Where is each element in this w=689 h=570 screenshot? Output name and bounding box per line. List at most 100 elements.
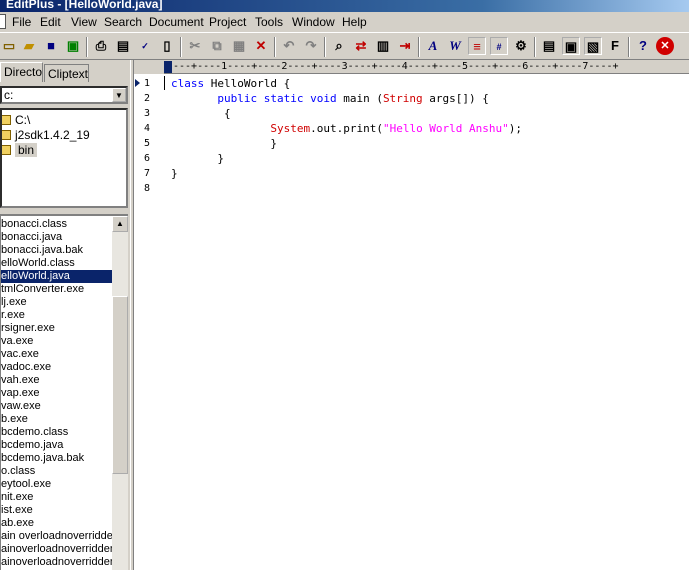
column-ruler: ---+----1----+----2----+----3----+----4-… xyxy=(164,60,689,74)
open-icon[interactable]: ▰ xyxy=(20,37,38,55)
file-list-item[interactable]: ainoverloadnoverridden xyxy=(1,556,112,569)
code-editor[interactable]: class HelloWorld { public static void ma… xyxy=(164,74,689,570)
dir-item-bin[interactable]: bin xyxy=(2,143,38,158)
file-list-item[interactable]: va.exe xyxy=(1,335,112,348)
doc-selector-icon[interactable]: ▤ xyxy=(540,37,558,55)
paste-icon[interactable]: ▦ xyxy=(230,37,248,55)
copy-icon[interactable]: ⧉ xyxy=(208,37,226,55)
file-list-item[interactable]: vadoc.exe xyxy=(1,361,112,374)
file-list-item[interactable]: lj.exe xyxy=(1,296,112,309)
html-preview-icon[interactable]: ▯ xyxy=(158,37,176,55)
dir-item-j2sdk[interactable]: j2sdk1.4.2_19 xyxy=(2,128,90,143)
file-list-item[interactable]: b.exe xyxy=(1,413,112,426)
tab-cliptext[interactable]: Cliptext xyxy=(44,64,89,82)
code-token: class xyxy=(171,77,205,90)
file-list-item[interactable]: bonacci.java.bak xyxy=(1,244,112,257)
file-list-item[interactable]: bonacci.java xyxy=(1,231,112,244)
code-token: public static void xyxy=(217,92,337,105)
chevron-down-icon[interactable]: ▼ xyxy=(112,88,126,102)
window-title: EditPlus - [HelloWorld.java] xyxy=(6,0,163,11)
font-icon[interactable]: A xyxy=(424,37,442,55)
undo-icon[interactable]: ↶ xyxy=(280,37,298,55)
menu-bar: File Edit View Search Document Project T… xyxy=(0,12,689,32)
line-number: 5 xyxy=(144,138,151,149)
tab-directory[interactable]: Directory xyxy=(0,62,43,82)
redo-icon[interactable]: ↷ xyxy=(302,37,320,55)
delete-icon[interactable]: ✕ xyxy=(252,37,270,55)
line-number: 2 xyxy=(144,93,151,104)
menu-search[interactable]: Search xyxy=(104,15,142,29)
file-list-item[interactable]: ainoverloadnoverridden xyxy=(1,543,112,556)
word-wrap-icon[interactable]: W xyxy=(446,37,464,55)
help-icon[interactable]: ? xyxy=(634,37,652,55)
menu-document[interactable]: Document xyxy=(149,15,204,29)
menu-project[interactable]: Project xyxy=(209,15,246,29)
file-list-item[interactable]: vaw.exe xyxy=(1,400,112,413)
scrollbar-thumb[interactable] xyxy=(112,296,128,474)
file-list-item[interactable]: bcdemo.class xyxy=(1,426,112,439)
menu-tools[interactable]: Tools xyxy=(255,15,283,29)
file-list: bonacci.class bonacci.java bonacci.java.ba… xyxy=(0,214,128,570)
file-list-item[interactable]: vah.exe xyxy=(1,374,112,387)
code-token: HelloWorld { xyxy=(204,77,291,90)
code-token: } xyxy=(171,137,277,150)
file-list-item[interactable]: ain overloadnoverridder xyxy=(1,530,112,543)
new-icon[interactable]: ▭ xyxy=(0,37,18,55)
spell-check-icon[interactable]: ✓ xyxy=(136,37,154,55)
output-window-icon[interactable]: ▣ xyxy=(562,37,580,55)
drive-select[interactable]: c: ▼ xyxy=(0,86,128,104)
menu-window[interactable]: Window xyxy=(292,15,335,29)
line-number: 1 xyxy=(144,78,151,89)
code-line: } xyxy=(171,136,277,151)
save-icon[interactable]: ■ xyxy=(42,37,60,55)
directory-icon[interactable]: F xyxy=(606,37,624,55)
file-list-item[interactable]: rsigner.exe xyxy=(1,322,112,335)
document-icon[interactable] xyxy=(0,14,6,29)
settings-icon[interactable]: ⚙ xyxy=(512,37,530,55)
editplus-window: EditPlus - [HelloWorld.java] File Edit V… xyxy=(0,0,689,570)
scroll-up-icon[interactable]: ▲ xyxy=(112,216,128,232)
menu-help[interactable]: Help xyxy=(342,15,367,29)
copy-file-icon[interactable]: ▥ xyxy=(374,37,392,55)
close-icon[interactable]: ✕ xyxy=(656,37,674,55)
line-number-gutter: 1 2 3 4 5 6 7 8 xyxy=(134,74,164,570)
file-list-item[interactable]: bonacci.class xyxy=(1,218,112,231)
toolbar-separator xyxy=(534,37,536,57)
folder-icon xyxy=(2,115,11,125)
menu-edit[interactable]: Edit xyxy=(40,15,61,29)
file-list-item[interactable]: elloWorld.java xyxy=(1,270,112,283)
save-all-icon[interactable]: ▣ xyxy=(64,37,82,55)
file-list-item[interactable]: vac.exe xyxy=(1,348,112,361)
file-list-item[interactable]: nit.exe xyxy=(1,491,112,504)
code-line: { xyxy=(171,106,231,121)
file-list-item[interactable]: ist.exe xyxy=(1,504,112,517)
file-list-item[interactable]: ab.exe xyxy=(1,517,112,530)
find-icon[interactable]: ⌕ xyxy=(330,37,348,55)
menu-file[interactable]: File xyxy=(12,15,31,29)
menu-view[interactable]: View xyxy=(71,15,97,29)
file-list-item[interactable]: r.exe xyxy=(1,309,112,322)
line-number-icon[interactable]: # xyxy=(490,37,508,55)
open-folder-icon xyxy=(2,145,11,155)
ruler-icon[interactable]: ≡ xyxy=(468,37,486,55)
print-icon[interactable]: ▤ xyxy=(114,37,132,55)
file-list-item[interactable]: bcdemo.java xyxy=(1,439,112,452)
file-list-item[interactable]: eytool.exe xyxy=(1,478,112,491)
file-list-item[interactable]: bcdemo.java.bak xyxy=(1,452,112,465)
print-preview-icon[interactable]: ⎙ xyxy=(92,37,110,55)
code-token: } xyxy=(171,152,224,165)
file-list-item[interactable]: vap.exe xyxy=(1,387,112,400)
dir-item-root[interactable]: C:\ xyxy=(2,113,30,128)
title-bar[interactable]: EditPlus - [HelloWorld.java] xyxy=(0,0,689,12)
cliptext-icon[interactable]: ▧ xyxy=(584,37,602,55)
file-list-scrollbar[interactable]: ▲ xyxy=(112,216,128,570)
split-icon[interactable]: ⇥ xyxy=(396,37,414,55)
file-list-item[interactable]: o.class xyxy=(1,465,112,478)
code-token: "Hello World Anshu" xyxy=(382,122,509,135)
file-list-item[interactable]: elloWorld.class xyxy=(1,257,112,270)
line-number: 3 xyxy=(144,108,151,119)
replace-icon[interactable]: ⇄ xyxy=(352,37,370,55)
line-number: 4 xyxy=(144,123,151,134)
cut-icon[interactable]: ✂ xyxy=(186,37,204,55)
file-list-item[interactable]: tmlConverter.exe xyxy=(1,283,112,296)
